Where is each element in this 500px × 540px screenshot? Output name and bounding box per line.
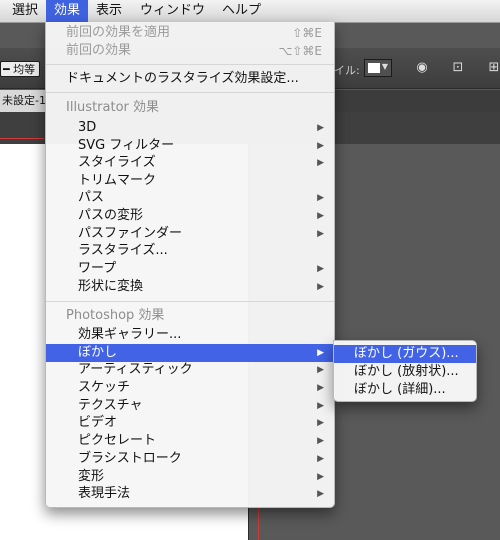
section-header-label: Illustrator 効果 bbox=[66, 100, 160, 115]
menu-item-distort-transform[interactable]: パスの変形 ▶ bbox=[46, 207, 334, 225]
submenu-arrow-icon: ▶ bbox=[317, 472, 324, 482]
menu-item-stylize[interactable]: スタイライズ ▶ bbox=[46, 154, 334, 172]
submenu-arrow-icon: ▶ bbox=[317, 365, 324, 375]
submenu-arrow-icon: ▶ bbox=[317, 193, 324, 203]
submenu-arrow-icon: ▶ bbox=[317, 229, 324, 239]
menu-item-label: テクスチャ bbox=[78, 398, 143, 413]
menu-item-label: ぼかし (ガウス)... bbox=[354, 346, 459, 361]
menu-item-trim-marks[interactable]: トリムマーク bbox=[46, 172, 334, 190]
guide-line-horizontal bbox=[0, 138, 44, 139]
menu-select[interactable]: 選択 bbox=[4, 0, 46, 22]
menu-item-label: 表現手法 bbox=[78, 486, 131, 501]
menu-item-label: 変形 bbox=[78, 469, 105, 484]
shortcut-label: ⇧⌘E bbox=[292, 26, 322, 40]
submenu-arrow-icon: ▶ bbox=[317, 383, 324, 393]
menu-item-warp[interactable]: ワープ ▶ bbox=[46, 260, 334, 278]
submenu-item-radial-blur[interactable]: ぼかし (放射状)... bbox=[334, 363, 476, 381]
submenu-arrow-icon: ▶ bbox=[317, 436, 324, 446]
submenu-arrow-icon: ▶ bbox=[317, 158, 324, 168]
menu-item-label: ピクセレート bbox=[78, 433, 157, 448]
menu-item-label: ドキュメントのラスタライズ効果設定... bbox=[66, 71, 299, 86]
menu-item-label: 3D bbox=[78, 120, 97, 135]
menu-item-label: トリムマーク bbox=[78, 173, 157, 188]
menu-item-pathfinder[interactable]: パスファインダー ▶ bbox=[46, 225, 334, 243]
section-header-label: Photoshop 効果 bbox=[66, 308, 165, 323]
menu-item-label: ラスタライズ... bbox=[78, 243, 168, 258]
style-label: イル: bbox=[334, 64, 360, 77]
blur-submenu: ぼかし (ガウス)... ぼかし (放射状)... ぼかし (詳細)... bbox=[333, 340, 477, 402]
menu-item-label: パス bbox=[78, 190, 105, 205]
menu-item-label: ビデオ bbox=[78, 415, 118, 430]
menu-item-label: パスの変形 bbox=[78, 208, 144, 223]
submenu-arrow-icon: ▶ bbox=[317, 401, 324, 411]
menu-help[interactable]: ヘルプ bbox=[214, 0, 269, 22]
submenu-arrow-icon: ▶ bbox=[317, 141, 324, 151]
menu-item-convert-to-shape[interactable]: 形状に変換 ▶ bbox=[46, 278, 334, 296]
menu-item-apply-last-effect[interactable]: 前回の効果を適用 ⇧⌘E bbox=[46, 24, 334, 42]
menu-item-texture[interactable]: テクスチャ ▶ bbox=[46, 397, 334, 415]
submenu-arrow-icon: ▶ bbox=[317, 211, 324, 221]
menu-view[interactable]: 表示 bbox=[88, 0, 130, 22]
menu-item-brush-strokes[interactable]: ブラシストローク ▶ bbox=[46, 450, 334, 468]
menu-item-label: ぼかし (放射状)... bbox=[354, 364, 459, 379]
align-grid-icon[interactable]: ⊡ bbox=[450, 60, 466, 76]
illustrator-effects-header: Illustrator 効果 bbox=[46, 99, 334, 117]
menu-item-label: ぼかし bbox=[78, 345, 118, 360]
submenu-arrow-icon: ▶ bbox=[317, 282, 324, 292]
menu-item-effect-gallery[interactable]: 効果ギャラリー... bbox=[46, 326, 334, 344]
menu-item-label: ブラシストローク bbox=[78, 451, 182, 466]
menu-item-last-effect[interactable]: 前回の効果 ⌥⇧⌘E bbox=[46, 42, 334, 60]
menu-separator bbox=[46, 92, 334, 93]
submenu-arrow-icon: ▶ bbox=[317, 418, 324, 428]
menu-item-artistic[interactable]: アーティスティック ▶ bbox=[46, 361, 334, 379]
menu-window[interactable]: ウィンドウ bbox=[132, 0, 213, 22]
menu-item-3d[interactable]: 3D ▶ bbox=[46, 119, 334, 137]
menu-item-stylize-ps[interactable]: 表現手法 ▶ bbox=[46, 485, 334, 503]
menu-item-label: 効果ギャラリー... bbox=[78, 327, 182, 342]
photoshop-effects-header: Photoshop 効果 bbox=[46, 307, 334, 325]
menu-item-sketch[interactable]: スケッチ ▶ bbox=[46, 379, 334, 397]
menu-item-blur[interactable]: ぼかし ▶ bbox=[46, 344, 334, 362]
grid-icon[interactable]: ⊞ bbox=[486, 60, 500, 76]
chevron-down-icon: ▼ bbox=[381, 62, 388, 71]
submenu-arrow-icon: ▶ bbox=[317, 454, 324, 464]
document-tab[interactable]: 未設定-1 bbox=[0, 90, 46, 112]
menu-item-rasterize[interactable]: ラスタライズ... bbox=[46, 242, 334, 260]
menu-bar: 選択 効果 表示 ウィンドウ ヘルプ bbox=[0, 0, 500, 23]
submenu-arrow-icon: ▶ bbox=[317, 123, 324, 133]
menu-item-label: SVG フィルター bbox=[78, 138, 175, 153]
menu-effect[interactable]: 効果 bbox=[46, 0, 89, 22]
menu-item-label: スタイライズ bbox=[78, 155, 156, 170]
menu-item-label: 前回の効果 bbox=[66, 43, 132, 58]
menu-item-video[interactable]: ビデオ ▶ bbox=[46, 414, 334, 432]
submenu-item-smart-blur[interactable]: ぼかし (詳細)... bbox=[334, 381, 476, 399]
shortcut-label: ⌥⇧⌘E bbox=[278, 44, 322, 58]
menu-item-label: ぼかし (詳細)... bbox=[354, 382, 446, 397]
menu-item-distort[interactable]: 変形 ▶ bbox=[46, 468, 334, 486]
menu-separator bbox=[46, 64, 334, 65]
menu-item-label: スケッチ bbox=[78, 380, 131, 395]
menu-item-path[interactable]: パス ▶ bbox=[46, 189, 334, 207]
submenu-arrow-icon: ▶ bbox=[317, 489, 324, 499]
menu-item-pixelate[interactable]: ピクセレート ▶ bbox=[46, 432, 334, 450]
menu-item-document-raster-settings[interactable]: ドキュメントのラスタライズ効果設定... bbox=[46, 70, 334, 88]
menu-item-svg-filter[interactable]: SVG フィルター ▶ bbox=[46, 137, 334, 155]
effect-menu: 前回の効果を適用 ⇧⌘E 前回の効果 ⌥⇧⌘E ドキュメントのラスタライズ効果設… bbox=[45, 22, 335, 508]
recolor-icon[interactable]: ◉ bbox=[414, 60, 430, 76]
menu-item-label: 前回の効果を適用 bbox=[66, 25, 171, 40]
submenu-item-gaussian-blur[interactable]: ぼかし (ガウス)... bbox=[334, 345, 476, 363]
style-swatch-preview bbox=[368, 63, 380, 73]
menu-item-label: アーティスティック bbox=[78, 362, 193, 377]
submenu-arrow-icon: ▶ bbox=[317, 348, 324, 358]
stroke-profile-field[interactable]: ━ 均等 bbox=[0, 61, 40, 77]
graphic-style-swatch[interactable]: ▼ bbox=[364, 59, 392, 77]
menu-separator bbox=[46, 301, 334, 302]
menu-item-label: ワープ bbox=[78, 261, 117, 276]
menu-item-label: 形状に変換 bbox=[78, 279, 144, 294]
menu-item-label: パスファインダー bbox=[78, 226, 183, 241]
submenu-arrow-icon: ▶ bbox=[317, 264, 324, 274]
